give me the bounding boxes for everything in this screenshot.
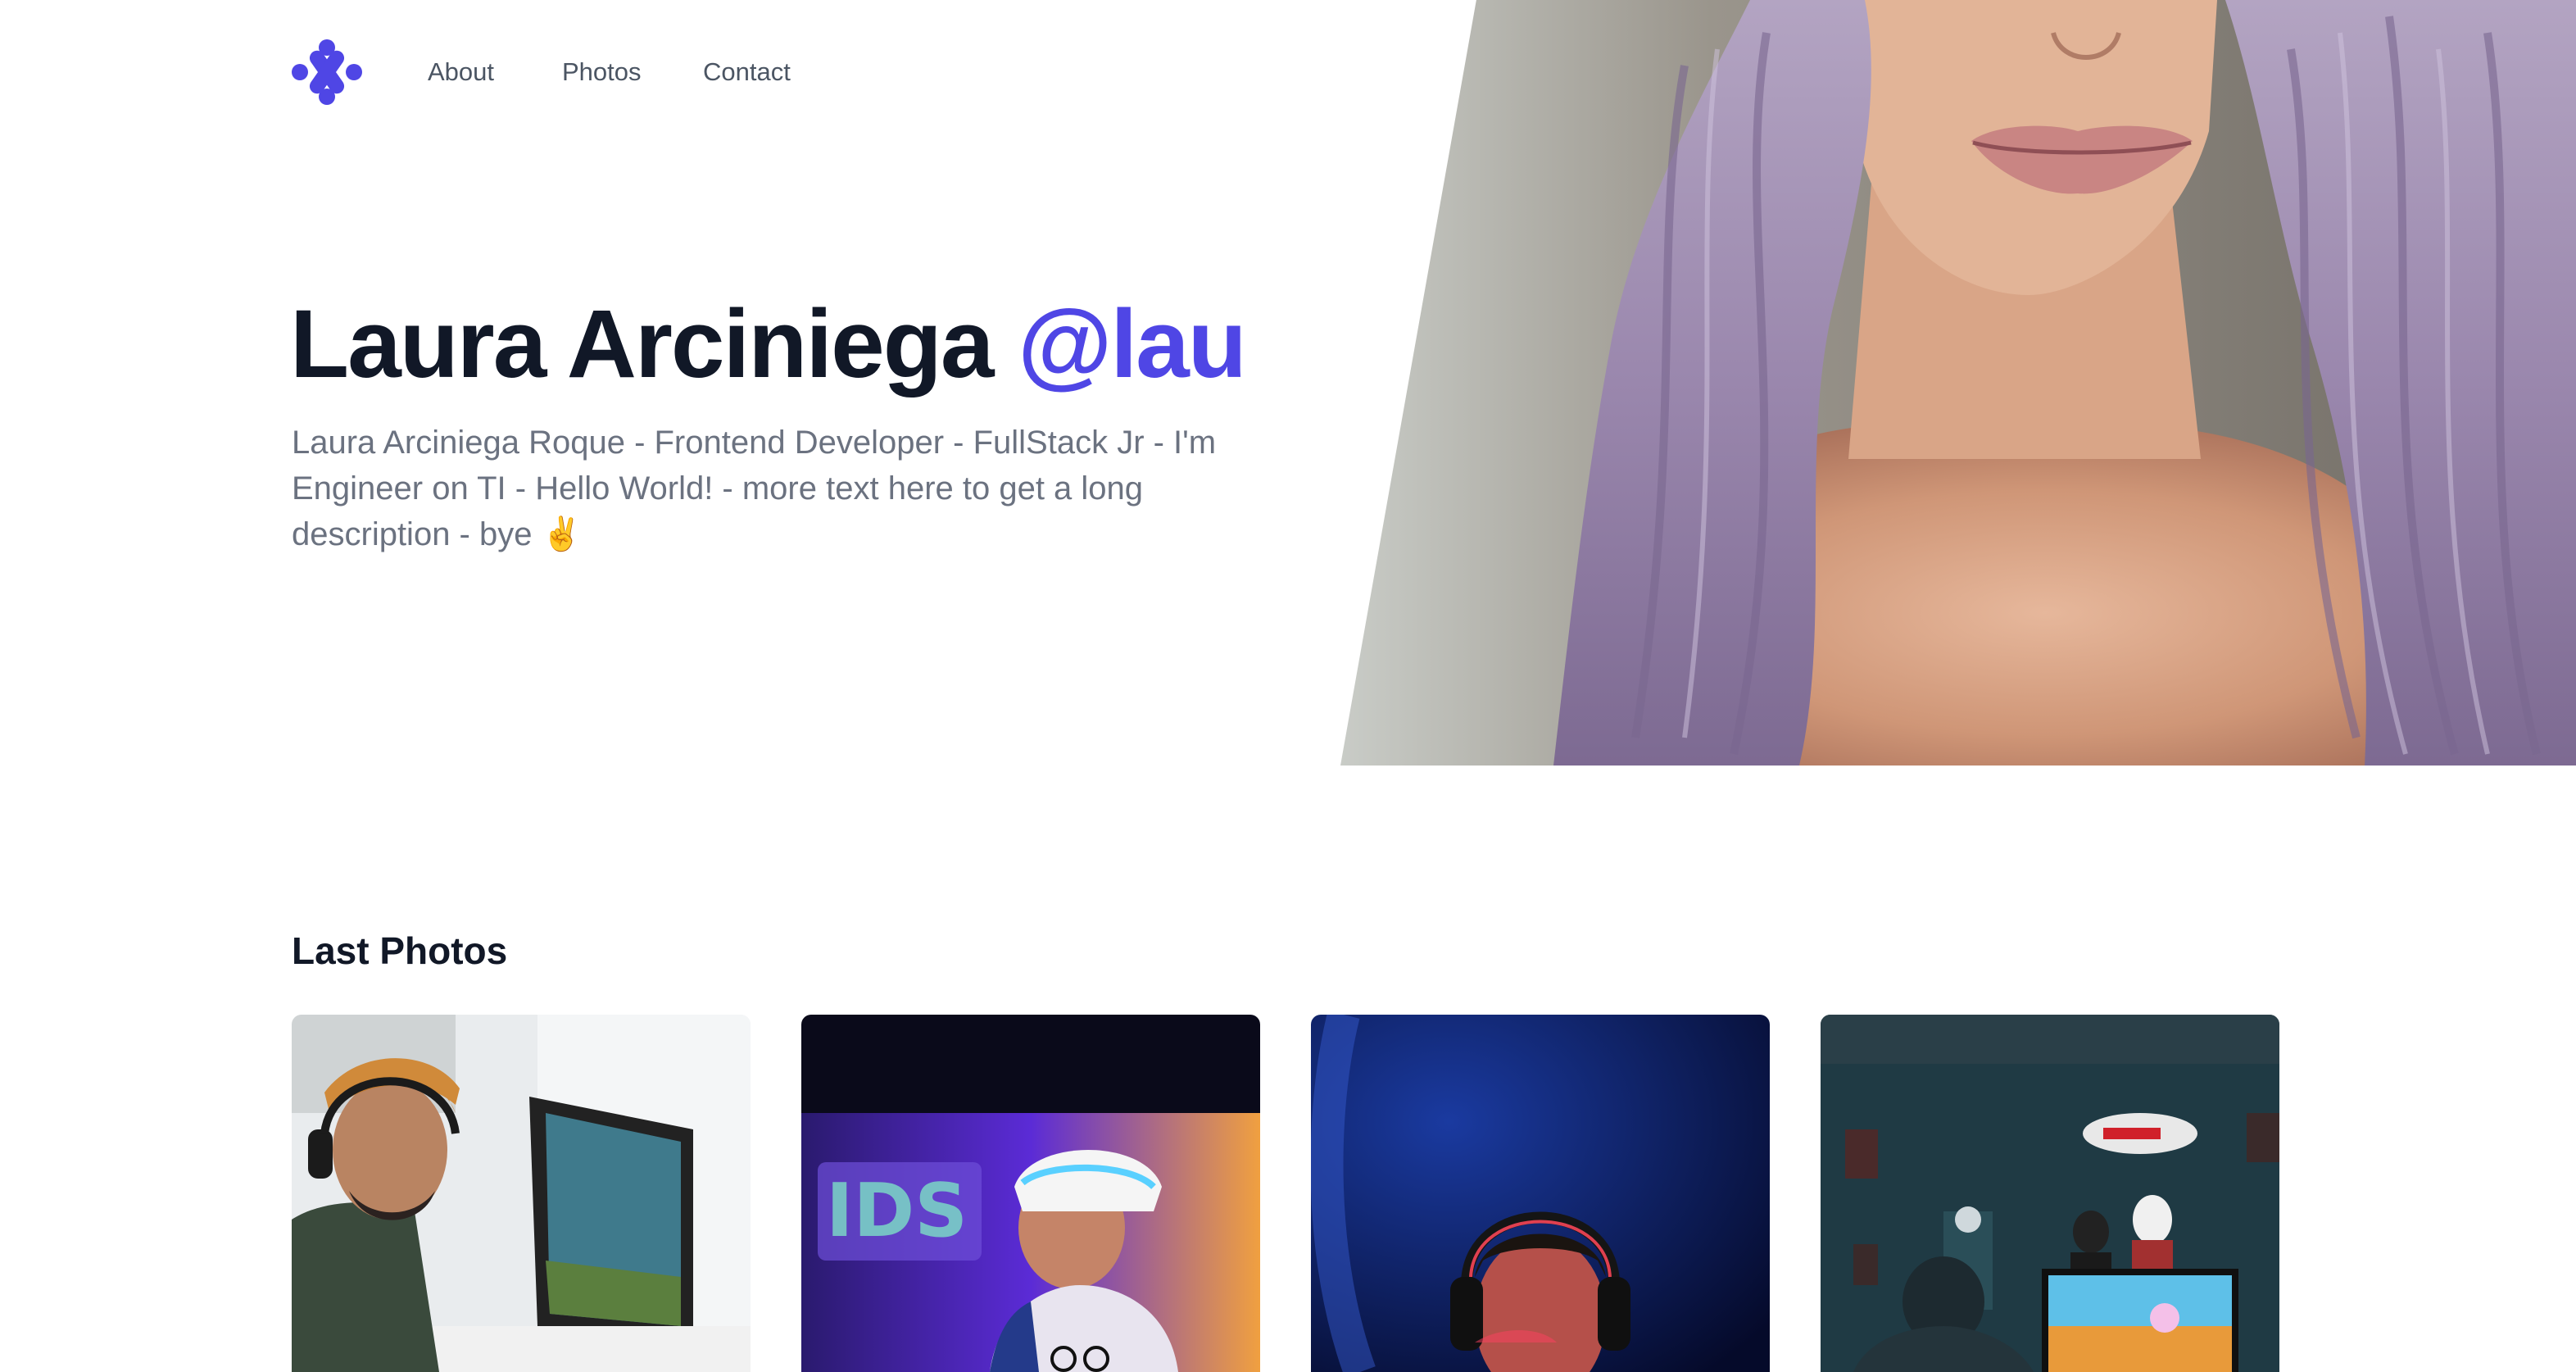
logo-icon[interactable] xyxy=(290,38,364,107)
hero-handle: @lau xyxy=(1018,290,1247,398)
photo-image xyxy=(1311,1015,1770,1372)
photo-card[interactable]: IDS xyxy=(801,1015,1260,1372)
photo-card[interactable] xyxy=(1311,1015,1770,1372)
hero-portrait-image xyxy=(1340,0,2576,766)
photo-card[interactable] xyxy=(292,1015,751,1372)
photo-image xyxy=(292,1015,751,1372)
photo-image xyxy=(1821,1015,2279,1372)
nav-link-photos[interactable]: Photos xyxy=(562,56,642,89)
photo-card[interactable] xyxy=(1821,1015,2279,1372)
hero-name: Laura Arciniega xyxy=(290,290,994,398)
nav-link-about[interactable]: About xyxy=(428,56,494,89)
page: About Photos Contact Laura Arciniega @la… xyxy=(0,0,2576,1372)
hero-description: Laura Arciniega Roque - Frontend Develop… xyxy=(292,425,1217,552)
nav-link-contact[interactable]: Contact xyxy=(703,56,791,89)
last-photos-title: Last Photos xyxy=(292,929,508,972)
photo-image: IDS xyxy=(801,1015,1260,1372)
hero-title: Laura Arciniega @lau xyxy=(290,287,1247,402)
svg-text:IDS: IDS xyxy=(826,1168,968,1254)
